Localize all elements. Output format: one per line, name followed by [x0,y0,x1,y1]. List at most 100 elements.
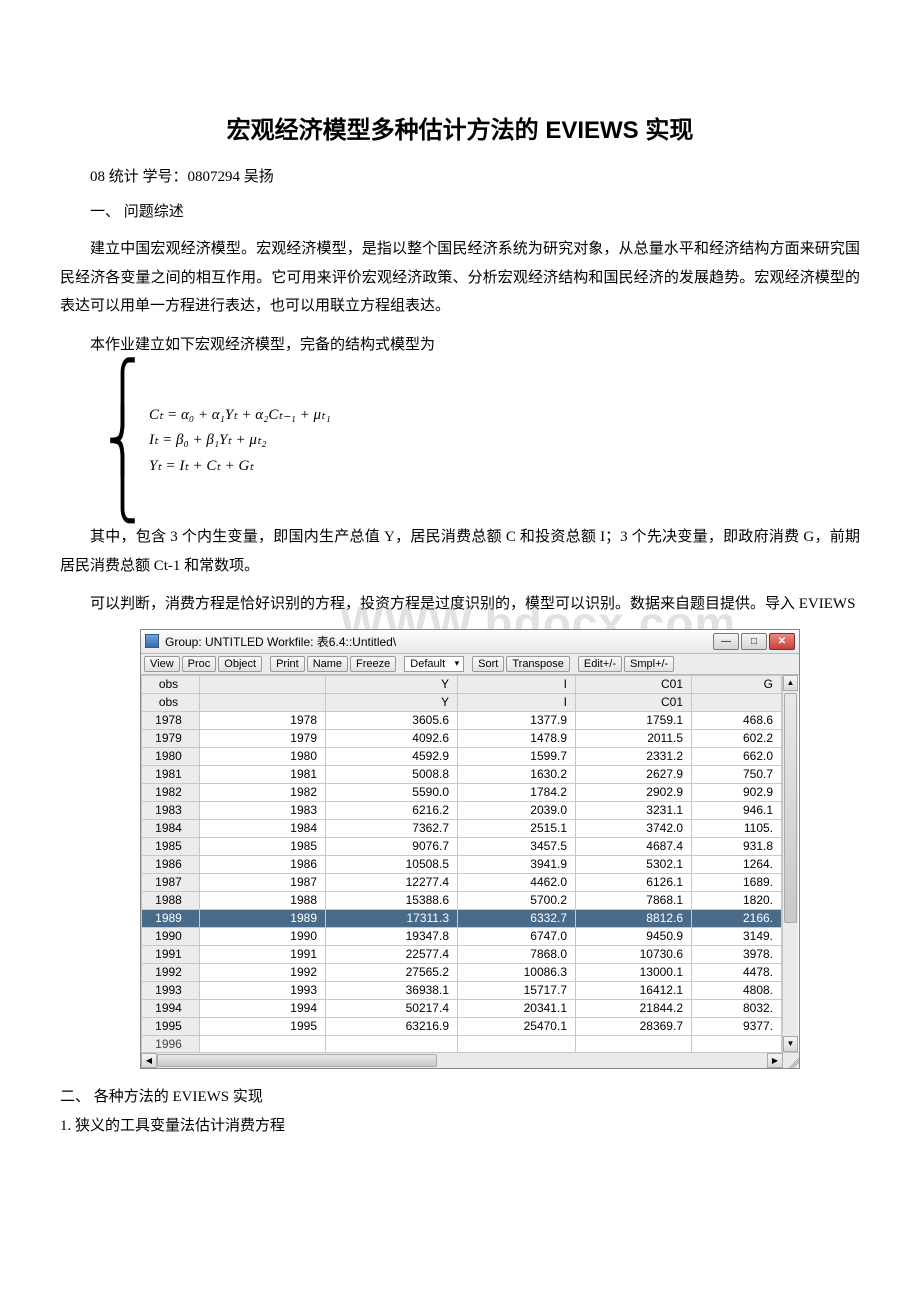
cell[interactable]: 1759.1 [576,711,692,729]
cell[interactable]: 1990 [200,927,326,945]
cell[interactable]: 1982 [200,783,326,801]
table-row[interactable]: 1987198712277.44462.06126.11689. [142,873,782,891]
cell[interactable]: 4808. [692,981,782,999]
display-mode-select[interactable]: Default [404,656,464,672]
cell[interactable]: 2515.1 [458,819,576,837]
cell[interactable]: 1264. [692,855,782,873]
cell[interactable]: 27565.2 [326,963,458,981]
cell[interactable]: 5700.2 [458,891,576,909]
cell[interactable]: 1478.9 [458,729,576,747]
cell[interactable]: 28369.7 [576,1017,692,1035]
close-button[interactable]: ✕ [769,633,795,650]
row-obs[interactable]: 1986 [142,855,200,873]
cell[interactable]: 6216.2 [326,801,458,819]
table-row[interactable]: 1994199450217.420341.121844.28032. [142,999,782,1017]
cell[interactable]: 22577.4 [326,945,458,963]
row-obs[interactable]: 1993 [142,981,200,999]
window-titlebar[interactable]: Group: UNTITLED Workfile: 表6.4::Untitled… [141,630,799,654]
edit-toggle-button[interactable]: Edit+/- [578,656,622,672]
col-1-header[interactable] [200,675,326,693]
table-row[interactable]: 1995199563216.925470.128369.79377. [142,1017,782,1035]
cell[interactable]: 1986 [200,855,326,873]
cell[interactable]: 1980 [200,747,326,765]
row-obs[interactable]: 1992 [142,963,200,981]
cell[interactable]: 10086.3 [458,963,576,981]
table-row[interactable]: 1989198917311.36332.78812.62166. [142,909,782,927]
proc-button[interactable]: Proc [182,656,217,672]
cell[interactable]: 4687.4 [576,837,692,855]
cell[interactable]: 1984 [200,819,326,837]
row-obs[interactable]: 1979 [142,729,200,747]
freeze-button[interactable]: Freeze [350,656,396,672]
cell[interactable]: 12277.4 [326,873,458,891]
row-obs[interactable]: 1987 [142,873,200,891]
table-row[interactable]: 1990199019347.86747.09450.93149. [142,927,782,945]
col-g-header[interactable]: G [692,675,782,693]
cell[interactable]: 3978. [692,945,782,963]
table-row[interactable]: 198419847362.72515.13742.01105. [142,819,782,837]
col-i-header-2[interactable]: I [458,693,576,711]
cell[interactable]: 19347.8 [326,927,458,945]
row-obs[interactable]: 1990 [142,927,200,945]
cell[interactable]: 13000.1 [576,963,692,981]
smpl-toggle-button[interactable]: Smpl+/- [624,656,674,672]
cell[interactable]: 4592.9 [326,747,458,765]
cell[interactable]: 10508.5 [326,855,458,873]
cell[interactable]: 6332.7 [458,909,576,927]
cell[interactable]: 15717.7 [458,981,576,999]
cell[interactable]: 1981 [200,765,326,783]
cell[interactable]: 1820. [692,891,782,909]
cell[interactable]: 25470.1 [458,1017,576,1035]
row-obs[interactable]: 1988 [142,891,200,909]
cell[interactable]: 8812.6 [576,909,692,927]
table-row[interactable]: 1988198815388.65700.27868.11820. [142,891,782,909]
scroll-left-icon[interactable]: ◀ [141,1053,157,1068]
sort-button[interactable]: Sort [472,656,504,672]
col-y-header[interactable]: Y [326,675,458,693]
row-obs[interactable]: 1996 [142,1035,200,1052]
row-obs[interactable]: 1985 [142,837,200,855]
table-row[interactable]: 1993199336938.115717.716412.14808. [142,981,782,999]
table-row[interactable]: 198019804592.91599.72331.2662.0 [142,747,782,765]
table-row[interactable]: 198519859076.73457.54687.4931.8 [142,837,782,855]
row-obs[interactable]: 1984 [142,819,200,837]
scroll-down-icon[interactable]: ▼ [783,1036,798,1052]
cell[interactable]: 3742.0 [576,819,692,837]
minimize-button[interactable]: — [713,633,739,650]
col-g-header-2[interactable] [692,693,782,711]
cell[interactable]: 1983 [200,801,326,819]
object-button[interactable]: Object [218,656,262,672]
cell[interactable]: 1979 [200,729,326,747]
cell[interactable]: 931.8 [692,837,782,855]
col-c01-header-2[interactable]: C01 [576,693,692,711]
col-i-header[interactable]: I [458,675,576,693]
cell[interactable]: 1630.2 [458,765,576,783]
resize-grip-icon[interactable] [783,1053,799,1068]
col-c01-header[interactable]: C01 [576,675,692,693]
hscroll-thumb[interactable] [157,1054,437,1067]
cell[interactable]: 902.9 [692,783,782,801]
data-grid[interactable]: obs Y I C01 G obs Y I C01 [141,675,799,1068]
cell[interactable]: 8032. [692,999,782,1017]
scroll-right-icon[interactable]: ▶ [767,1053,783,1068]
cell[interactable]: 1599.7 [458,747,576,765]
cell[interactable]: 4092.6 [326,729,458,747]
cell[interactable]: 3231.1 [576,801,692,819]
cell[interactable]: 750.7 [692,765,782,783]
cell[interactable]: 662.0 [692,747,782,765]
cell[interactable]: 1377.9 [458,711,576,729]
cell[interactable]: 1989 [200,909,326,927]
cell[interactable]: 63216.9 [326,1017,458,1035]
cell[interactable]: 2331.2 [576,747,692,765]
row-obs[interactable]: 1991 [142,945,200,963]
row-obs[interactable]: 1981 [142,765,200,783]
cell[interactable]: 17311.3 [326,909,458,927]
row-obs[interactable]: 1978 [142,711,200,729]
table-row[interactable]: 197819783605.61377.91759.1468.6 [142,711,782,729]
cell[interactable]: 1993 [200,981,326,999]
table-row[interactable]: 198319836216.22039.03231.1946.1 [142,801,782,819]
cell[interactable]: 1689. [692,873,782,891]
print-button[interactable]: Print [270,656,305,672]
row-obs[interactable]: 1982 [142,783,200,801]
cell[interactable]: 9450.9 [576,927,692,945]
